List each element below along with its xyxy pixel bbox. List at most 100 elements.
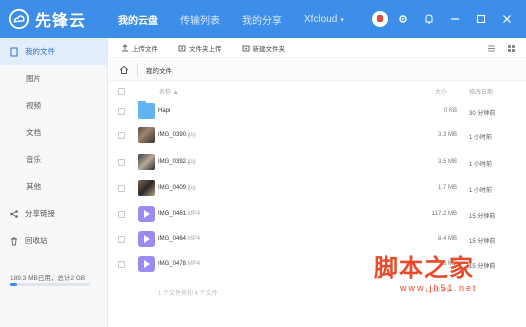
header-modified-date[interactable]: 修改日期	[469, 87, 493, 96]
main-nav: 我的云盘 传输列表 我的分享 Xfcloud ▾	[118, 12, 366, 27]
toolbar: 上传文件 文件夹上传 新建文件夹	[109, 38, 526, 58]
view-switcher	[476, 43, 516, 53]
file-size: 8.4 MB	[437, 236, 457, 242]
sidebar-item-label: 文档	[26, 128, 41, 137]
sidebar-item-music[interactable]: 音乐	[0, 146, 107, 173]
avatar[interactable]	[372, 11, 388, 27]
gear-icon[interactable]	[396, 12, 410, 26]
file-name[interactable]: IMG_0409.jpg	[158, 185, 196, 191]
nav-transfer-list[interactable]: 传输列表	[180, 12, 220, 27]
select-all-checkbox[interactable]	[118, 88, 125, 95]
file-modified: 15 分钟前	[469, 239, 496, 245]
table-row[interactable]: IMG_0392.jpg 3.5 MB 1 小时前	[109, 151, 526, 174]
row-checkbox[interactable]	[118, 159, 125, 166]
image-thumbnail	[138, 127, 155, 143]
bell-icon[interactable]	[422, 12, 436, 26]
file-name-base: Hapi	[158, 108, 171, 114]
file-name[interactable]: IMG_0392.jpg	[158, 159, 196, 165]
nav-my-shares[interactable]: 我的分享	[242, 12, 282, 27]
header-name-label: 名称	[159, 90, 172, 96]
folder-icon	[138, 101, 155, 119]
file-name[interactable]: IMG_0390.jpg	[158, 132, 196, 138]
account-name: Xfcloud	[304, 13, 338, 25]
nav-account-menu[interactable]: Xfcloud ▾	[304, 14, 344, 25]
sidebar-item-label: 我的文件	[25, 47, 55, 56]
file-size: 1.7 MB	[437, 185, 457, 191]
new-folder-label: 新建文件夹	[252, 45, 286, 53]
new-folder-icon	[242, 45, 249, 51]
share-icon	[9, 209, 19, 219]
breadcrumb-current[interactable]: 我的文件	[146, 65, 172, 75]
sidebar-item-share-links[interactable]: 分享链接	[0, 200, 107, 227]
trash-icon	[9, 236, 19, 246]
sidebar-item-other[interactable]: 其他	[0, 173, 107, 200]
file-name[interactable]: IMG_0464.MP4	[158, 236, 200, 242]
watermark-url: www.jb51.net	[400, 283, 478, 293]
row-checkbox[interactable]	[118, 211, 125, 218]
upload-folder-button[interactable]: 文件夹上传	[178, 43, 222, 53]
table-row[interactable]: IMG_0390.jpg 3.3 MB 1 小时前	[109, 124, 526, 147]
upload-folder-label: 文件夹上传	[189, 45, 222, 53]
nav-my-cloud[interactable]: 我的云盘	[118, 12, 158, 27]
image-thumbnail	[138, 180, 155, 196]
file-ext: .jpg	[186, 159, 196, 165]
sidebar-item-label: 图片	[26, 74, 41, 83]
file-name[interactable]: IMG_0478.MP4	[158, 261, 200, 267]
row-checkbox[interactable]	[118, 236, 125, 243]
folder-upload-icon	[178, 45, 186, 51]
table-row[interactable]: Hapi 0 KB 30 分钟前	[109, 100, 526, 123]
file-size: 117.2 MB	[431, 211, 457, 217]
window-controls	[372, 0, 526, 38]
table-row[interactable]: IMG_0409.jpg 1.7 MB 1 小时前	[109, 177, 526, 200]
file-modified: 1 小时前	[469, 162, 493, 168]
file-ext: .MP4	[186, 236, 201, 242]
file-name-base: IMG_0478	[158, 261, 187, 267]
file-size: 3.5 MB	[437, 159, 457, 165]
file-ext: .MP4	[186, 261, 201, 267]
sort-ascending-icon: ▲	[172, 90, 179, 96]
row-checkbox[interactable]	[118, 185, 125, 192]
file-name-base: IMG_0464	[158, 236, 187, 242]
upload-file-button[interactable]: 上传文件	[121, 43, 158, 53]
file-size: 0 KB	[443, 108, 457, 114]
grid-view-icon[interactable]	[506, 43, 516, 53]
file-ext: .jpg	[186, 185, 196, 191]
row-checkbox[interactable]	[118, 108, 125, 115]
file-size: 3.3 MB	[437, 132, 457, 138]
close-icon[interactable]	[500, 12, 514, 26]
row-checkbox[interactable]	[118, 261, 125, 268]
file-modified: 15 分钟前	[469, 214, 496, 220]
maximize-icon[interactable]	[474, 12, 488, 26]
logo-text: 先锋云	[35, 13, 87, 30]
sidebar-item-documents[interactable]: 文档	[0, 119, 107, 146]
sidebar-item-trash[interactable]: 回收站	[0, 227, 107, 254]
chevron-down-icon: ▾	[340, 16, 344, 24]
app-logo[interactable]: 先锋云	[8, 7, 104, 31]
sidebar-item-videos[interactable]: 视频	[0, 92, 107, 119]
file-name-base: IMG_0409	[158, 185, 187, 191]
file-modified: 1 小时前	[469, 188, 493, 194]
new-folder-button[interactable]: 新建文件夹	[242, 43, 286, 53]
sidebar-item-label: 视频	[26, 101, 41, 110]
table-row[interactable]: IMG_0461.MP4 117.2 MB 15 分钟前	[109, 203, 526, 226]
upload-icon	[122, 43, 128, 51]
storage-usage-bar	[10, 283, 90, 286]
file-name[interactable]: Hapi	[158, 108, 170, 114]
file-name-base: IMG_0390	[158, 132, 187, 138]
file-name[interactable]: IMG_0461.MP4	[158, 211, 200, 217]
top-bar: 先锋云 我的云盘 传输列表 我的分享 Xfcloud ▾	[0, 0, 526, 38]
breadcrumb-separator	[137, 62, 138, 77]
header-size[interactable]: 大小	[435, 87, 447, 96]
row-checkbox[interactable]	[118, 132, 125, 139]
video-file-icon	[138, 256, 155, 272]
minimize-icon[interactable]	[448, 12, 462, 26]
home-icon[interactable]	[119, 65, 129, 75]
sort-by-name[interactable]: 名称 ▲	[159, 87, 179, 96]
file-ext: .jpg	[186, 132, 196, 138]
sidebar-item-pictures[interactable]: 图片	[0, 65, 107, 92]
file-ext: .MP4	[186, 211, 201, 217]
sidebar-item-my-files[interactable]: 我的文件	[0, 38, 107, 65]
list-view-icon[interactable]	[486, 43, 496, 53]
storage-usage-text: 189.3 MB已用，总计2 GB	[10, 275, 86, 282]
file-list-header: 名称 ▲ 大小 修改日期	[109, 82, 526, 100]
